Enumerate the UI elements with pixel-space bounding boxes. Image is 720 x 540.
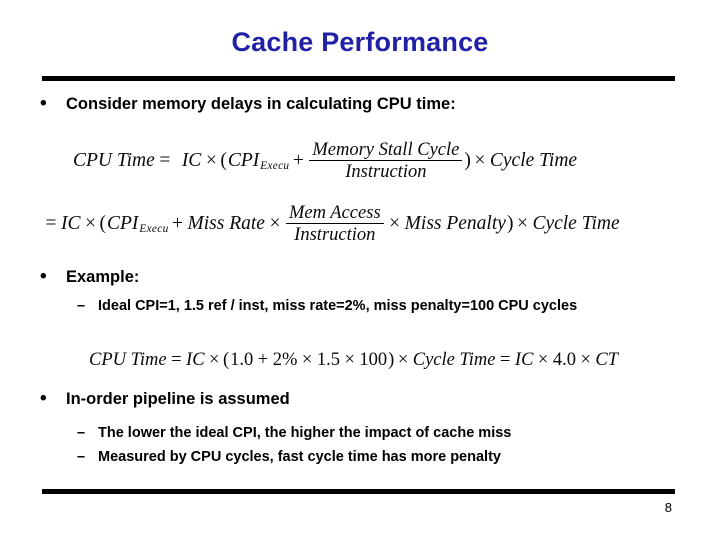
page-title: Cache Performance <box>231 27 489 57</box>
eq2-miss-penalty: Miss Penalty <box>404 212 506 234</box>
eq2-times-4: × <box>516 212 528 234</box>
eq1-close-paren: ) <box>464 149 471 171</box>
eq3-miss-rate-pct: 2% <box>272 350 298 370</box>
sub-bullet-label-lower-cpi: The lower the ideal CPI, the higher the … <box>98 425 512 441</box>
eq1-cpi-subscript: Execu <box>260 159 290 172</box>
eq1-cpi: CPI <box>227 149 260 171</box>
eq2-close-paren: ) <box>506 212 514 234</box>
eq3-times-1: × <box>209 350 220 370</box>
eq3-times-4: × <box>397 350 409 370</box>
eq3-close-paren: ) <box>388 350 395 370</box>
eq2-open-paren: ( <box>99 212 107 234</box>
eq2-miss-rate: Miss Rate <box>187 212 265 234</box>
sub-bullet-label-parameters: Ideal CPI=1, 1.5 ref / inst, miss rate=2… <box>98 298 578 314</box>
eq3-result: 4.0 <box>552 350 576 370</box>
eq1-fraction-numerator: Memory Stall Cycle <box>309 140 463 162</box>
eq1-times-2: × <box>474 149 486 171</box>
sub-bullet-item-lower-cpi: The lower the ideal CPI, the higher the … <box>77 424 511 442</box>
bullet-item-in-order: • In-order pipeline is assumed <box>40 389 290 409</box>
eq3-lhs: CPU Time <box>89 350 167 370</box>
page-number: 8 <box>664 500 672 515</box>
bullet-item-example: • Example: <box>40 267 139 287</box>
eq2-cycle-time: Cycle Time <box>532 212 620 234</box>
bullet-item-consider: • Consider memory delays in calculating … <box>40 94 456 114</box>
eq3-equals-1: = <box>171 350 182 370</box>
eq1-fraction: Memory Stall Cycle Instruction <box>309 140 463 183</box>
eq1-times-1: × <box>205 149 217 171</box>
bullet-label-consider: Consider memory delays in calculating CP… <box>66 95 456 113</box>
eq2-fraction: Mem Access Instruction <box>285 203 384 246</box>
sub-bullet-label-measured: Measured by CPU cycles, fast cycle time … <box>98 449 501 465</box>
equation-cpu-time-example: CPU Time = IC × ( 1.0 + 2% × 1.5 × 100 )… <box>88 350 619 371</box>
sub-bullet-item-parameters: Ideal CPI=1, 1.5 ref / inst, miss rate=2… <box>77 297 577 315</box>
equation-cpu-time-general: CPU Time = IC × ( CPI Execu + Memory Sta… <box>72 140 578 182</box>
eq1-fraction-denominator: Instruction <box>345 161 427 183</box>
eq3-refs-per-inst: 1.5 <box>316 350 340 370</box>
eq3-times-2: × <box>301 350 313 370</box>
eq3-times-6: × <box>580 350 591 370</box>
eq2-cpi-subscript: Execu <box>139 222 169 235</box>
eq3-equals-2: = <box>499 350 511 370</box>
bullet-label-example: Example: <box>66 268 140 286</box>
divider-top <box>42 76 675 81</box>
eq1-equals: = <box>159 149 171 171</box>
eq2-times-3: × <box>389 212 401 234</box>
eq2-cpi: CPI <box>107 212 139 234</box>
eq2-plus: + <box>172 212 184 234</box>
eq1-plus: + <box>292 149 304 171</box>
eq2-times-2: × <box>269 212 281 234</box>
divider-bottom <box>42 489 675 494</box>
eq2-ic: IC <box>61 212 81 234</box>
bullet-dot-icon: • <box>40 388 47 409</box>
eq3-open-paren: ( <box>222 350 230 370</box>
eq2-fraction-denominator: Instruction <box>294 224 376 246</box>
eq3-times-3: × <box>344 350 355 370</box>
eq3-ideal-cpi: 1.0 <box>230 350 254 370</box>
eq2-times-1: × <box>85 212 96 234</box>
dash-icon <box>77 297 98 315</box>
sub-bullet-item-measured: Measured by CPU cycles, fast cycle time … <box>77 448 501 466</box>
bullet-label-in-order: In-order pipeline is assumed <box>66 390 290 408</box>
eq2-equals: = <box>45 212 57 234</box>
dash-icon <box>77 424 98 442</box>
eq1-ic: IC <box>181 149 202 171</box>
eq2-fraction-numerator: Mem Access <box>285 203 384 225</box>
slide-canvas: Cache Performance • Consider memory dela… <box>0 0 720 540</box>
eq1-open-paren: ( <box>220 149 227 171</box>
bullet-dot-icon: • <box>40 266 47 287</box>
eq1-lhs: CPU Time <box>73 149 155 171</box>
eq3-ic-1: IC <box>186 350 205 370</box>
eq3-times-5: × <box>537 350 549 370</box>
eq3-plus: + <box>257 350 269 370</box>
eq3-ic-2: IC <box>514 350 534 370</box>
bullet-dot-icon: • <box>40 93 47 114</box>
equation-cpu-time-expanded: = IC × ( CPI Execu + Miss Rate × Mem Acc… <box>42 203 621 245</box>
eq1-cycle-time: Cycle Time <box>489 149 578 171</box>
eq3-ct: CT <box>595 350 619 370</box>
eq3-miss-penalty: 100 <box>359 350 388 370</box>
eq3-cycle-time: Cycle Time <box>412 350 496 370</box>
dash-icon <box>77 448 98 466</box>
